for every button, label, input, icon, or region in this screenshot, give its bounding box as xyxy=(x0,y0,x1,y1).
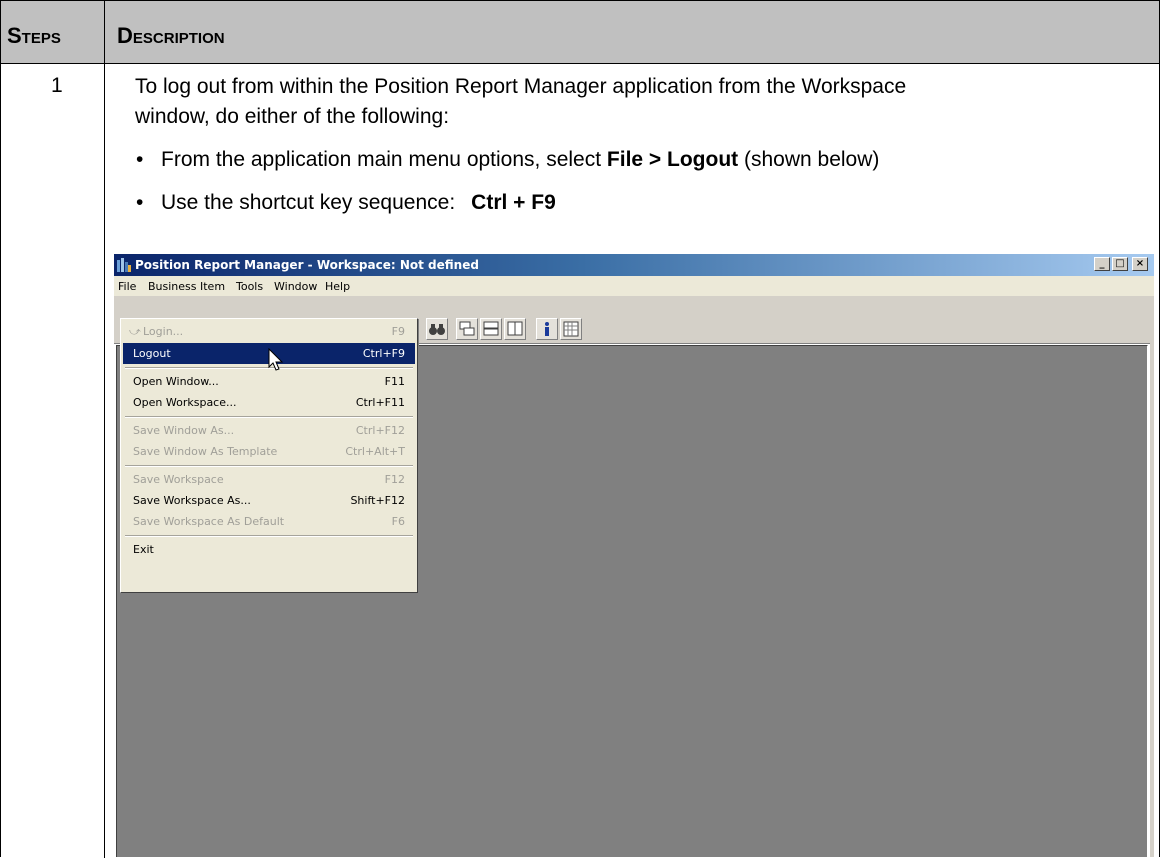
menu-item-label: Save Workspace xyxy=(133,473,224,486)
maximize-button[interactable]: □ xyxy=(1112,257,1128,271)
bullet-1-post: (shown below) xyxy=(738,148,880,171)
menu-item-exit[interactable]: Exit xyxy=(123,539,415,560)
app-window: Position Report Manager - Workspace: Not… xyxy=(114,254,1154,857)
app-logo-icon xyxy=(117,258,131,272)
cascade-icon xyxy=(459,321,475,336)
window-border xyxy=(1150,297,1154,857)
menu-tools[interactable]: Tools xyxy=(236,280,263,293)
cascade-windows-button[interactable] xyxy=(456,318,478,340)
menu-item-label: Open Workspace... xyxy=(133,396,237,409)
intro-line-2: window, do either of the following: xyxy=(135,105,450,128)
menu-item-save-workspace[interactable]: Save Workspace F12 xyxy=(123,469,415,490)
bullet-2-pre: Use the shortcut key sequence: xyxy=(161,191,456,214)
menu-bar: File Business Item Tools Window Help xyxy=(114,276,1154,297)
menu-item-open-workspace[interactable]: Open Workspace... Ctrl+F11 xyxy=(123,392,415,413)
minimize-button[interactable]: _ xyxy=(1094,257,1110,271)
menu-item-shortcut: F9 xyxy=(391,325,405,338)
tile-vertical-button[interactable] xyxy=(504,318,526,340)
menu-item-shortcut: Ctrl+F9 xyxy=(362,347,405,360)
menu-help[interactable]: Help xyxy=(325,280,350,293)
menu-item-login[interactable]: ⤻ Login... F9 xyxy=(123,321,415,342)
menu-item-shortcut: Shift+F12 xyxy=(350,494,405,507)
menu-separator xyxy=(125,465,413,467)
menu-item-label: Exit xyxy=(133,543,154,556)
menu-file[interactable]: File xyxy=(118,280,136,293)
menu-item-label: Logout xyxy=(133,347,171,360)
mouse-cursor-icon xyxy=(268,348,284,371)
bullet-1-pre: From the application main menu options, … xyxy=(161,148,607,171)
menu-item-save-workspace-as[interactable]: Save Workspace As... Shift+F12 xyxy=(123,490,415,511)
bullet-2-text: Use the shortcut key sequence: Ctrl + F9 xyxy=(161,189,556,217)
step-number: 1 xyxy=(51,74,63,97)
login-icon: ⤻ xyxy=(129,325,141,338)
menu-item-shortcut: F11 xyxy=(384,375,405,388)
menu-separator xyxy=(125,535,413,537)
header-description: Description xyxy=(117,23,225,48)
column-divider xyxy=(104,1,105,858)
menu-item-label: Save Workspace As... xyxy=(133,494,251,507)
menu-item-shortcut: Ctrl+F11 xyxy=(355,396,405,409)
menu-item-save-window-as-template[interactable]: Save Window As Template Ctrl+Alt+T xyxy=(123,441,415,462)
bullet-1-text: From the application main menu options, … xyxy=(161,146,879,174)
header-steps: Steps xyxy=(7,23,61,48)
window-controls: _ □ × xyxy=(1094,257,1148,271)
table-header-row: Steps Description xyxy=(1,1,1159,64)
bullet-2-bold: Ctrl + F9 xyxy=(471,191,556,214)
menu-item-shortcut: F6 xyxy=(391,515,405,528)
menu-item-label: Login... xyxy=(143,325,184,338)
menu-item-label: Save Workspace As Default xyxy=(133,515,285,528)
menu-item-shortcut: Ctrl+Alt+T xyxy=(345,445,405,458)
grid-button[interactable] xyxy=(560,318,582,340)
bullet-1-glyph: • xyxy=(136,148,144,171)
menu-item-label: Open Window... xyxy=(133,375,219,388)
menu-item-shortcut: Ctrl+F12 xyxy=(355,424,405,437)
menu-item-save-window-as[interactable]: Save Window As... Ctrl+F12 xyxy=(123,420,415,441)
find-binoculars-button[interactable] xyxy=(426,318,448,340)
tile-horizontal-button[interactable] xyxy=(480,318,502,340)
info-button[interactable] xyxy=(536,318,558,340)
menu-window[interactable]: Window xyxy=(274,280,317,293)
title-bar[interactable]: Position Report Manager - Workspace: Not… xyxy=(114,254,1154,276)
menu-separator xyxy=(125,416,413,418)
menu-item-save-workspace-as-default[interactable]: Save Workspace As Default F6 xyxy=(123,511,415,532)
menu-item-label: Save Window As... xyxy=(133,424,235,437)
window-title: Position Report Manager - Workspace: Not… xyxy=(135,258,479,272)
menu-business-item[interactable]: Business Item xyxy=(148,280,225,293)
grid-icon xyxy=(563,321,579,337)
menu-item-shortcut: F12 xyxy=(384,473,405,486)
binoculars-icon xyxy=(429,324,445,335)
bullet-1-bold: File > Logout xyxy=(606,148,739,171)
menu-item-label: Save Window As Template xyxy=(133,445,278,458)
close-button[interactable]: × xyxy=(1132,257,1148,271)
bullet-2-glyph: • xyxy=(136,191,144,214)
info-icon xyxy=(545,322,549,336)
tile-vertical-icon xyxy=(507,321,523,336)
intro-line-1: To log out from within the Position Repo… xyxy=(135,75,907,98)
menu-item-open-window[interactable]: Open Window... F11 xyxy=(123,371,415,392)
tile-horizontal-icon xyxy=(483,321,499,336)
